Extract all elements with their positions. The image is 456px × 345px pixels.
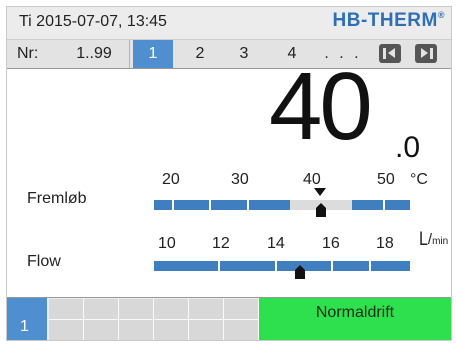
skip-back-button[interactable] xyxy=(379,44,401,63)
actual-value-marker-icon xyxy=(316,203,326,217)
active-unit-indicator[interactable]: 1 xyxy=(7,298,47,340)
temp-tick-20: 20 xyxy=(162,171,180,188)
flow-tick-14: 14 xyxy=(267,235,285,252)
flow-actual-marker-icon xyxy=(295,265,305,279)
skip-forward-button[interactable] xyxy=(415,44,437,63)
flow-unit-bottom: min xyxy=(432,236,449,247)
supply-temperature-label: Fremløb xyxy=(27,190,87,207)
alarm-slot xyxy=(84,320,119,340)
alarm-slot xyxy=(189,320,224,340)
unit-tab-1[interactable]: 1 xyxy=(133,40,173,68)
status-bar: 1 Normaldrift xyxy=(7,297,451,340)
alarm-slot xyxy=(49,299,84,320)
operating-mode-status: Normaldrift xyxy=(259,298,451,340)
temp-tick-30: 30 xyxy=(231,171,249,188)
unit-tab-2[interactable]: 2 xyxy=(183,40,217,68)
alarm-slot xyxy=(119,320,154,340)
flow-tick-10: 10 xyxy=(158,235,176,252)
flow-unit-top: L xyxy=(419,229,428,250)
brand-name: HB-THERM xyxy=(332,10,438,31)
alarm-slot xyxy=(49,320,84,340)
temp-unit: °C xyxy=(410,171,428,188)
skip-forward-icon xyxy=(421,48,428,58)
brand-logo: HB-THERM® xyxy=(333,10,445,32)
controller-screen: Ti 2015-07-07, 13:45 HB-THERM® Nr: 1..99… xyxy=(6,6,452,341)
alarm-slot xyxy=(154,299,189,320)
alarm-slot xyxy=(154,320,189,340)
flow-tick-12: 12 xyxy=(212,235,230,252)
active-unit-number: 1 xyxy=(20,318,29,335)
alarm-slot xyxy=(224,299,259,320)
brand-registered-mark: ® xyxy=(437,10,445,20)
unit-tab-3[interactable]: 3 xyxy=(227,40,261,68)
alarm-slot xyxy=(84,299,119,320)
main-temperature-decimal: .0 xyxy=(395,131,421,164)
unit-range-field[interactable]: 1..99 xyxy=(59,40,130,68)
header-bar: Ti 2015-07-07, 13:45 HB-THERM® xyxy=(7,7,451,40)
setpoint-marker-icon xyxy=(314,188,326,196)
flow-tick-18: 18 xyxy=(376,235,394,252)
alarm-slot xyxy=(224,320,259,340)
flow-unit: L/min xyxy=(419,229,449,250)
main-temperature-value: 40 xyxy=(269,53,373,160)
unit-selector-row: Nr: 1..99 1 2 3 4 . . . xyxy=(7,40,451,69)
unit-number-label: Nr: xyxy=(17,45,39,62)
alarm-slot xyxy=(119,299,154,320)
datetime-display: Ti 2015-07-07, 13:45 xyxy=(19,13,167,30)
flow-label: Flow xyxy=(27,253,61,270)
skip-back-icon xyxy=(383,48,386,59)
temp-tick-50: 50 xyxy=(377,171,395,188)
alarm-slot xyxy=(189,299,224,320)
flow-tick-16: 16 xyxy=(322,235,340,252)
